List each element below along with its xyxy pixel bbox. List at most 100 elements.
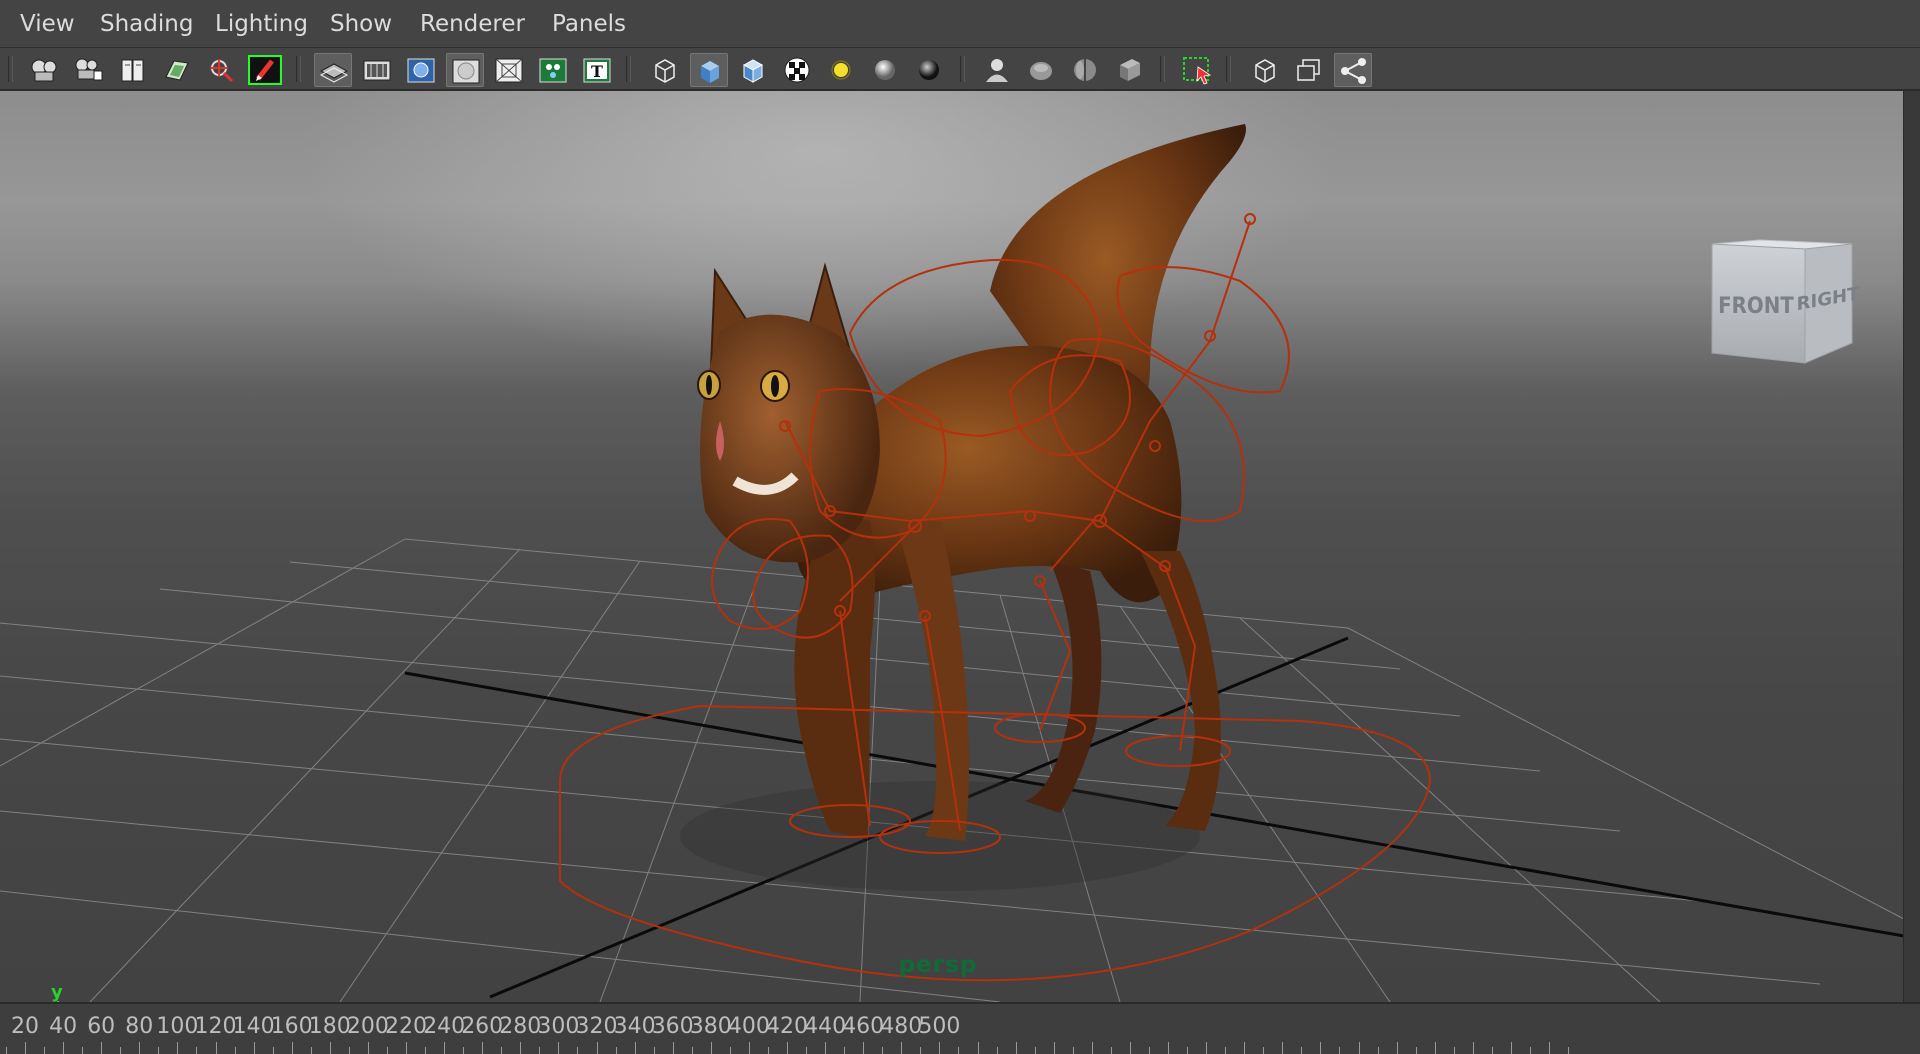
timeline-tick [1301, 1047, 1302, 1054]
image-plane-icon[interactable] [158, 53, 196, 87]
motion-blur-icon[interactable] [978, 53, 1016, 87]
timeline-tick [1225, 1047, 1226, 1054]
film-gate-icon[interactable] [358, 53, 396, 87]
timeline-tick [844, 1047, 845, 1054]
timeline-frame-label: 280 [499, 1014, 542, 1039]
isolate-select-icon[interactable] [1178, 53, 1216, 87]
timeline-tick [1511, 1042, 1512, 1054]
timeline-tick [616, 1047, 617, 1054]
time-slider[interactable]: 20 40 60 80 100 120 140 160 180 200 220 240 260 280 30… [0, 1002, 1920, 1054]
timeline-tick [1206, 1042, 1207, 1054]
grid-icon[interactable] [314, 53, 352, 87]
timeline-tick [958, 1047, 959, 1054]
timeline-tick [1149, 1047, 1150, 1054]
smooth-shade-icon[interactable] [690, 53, 728, 87]
view-cube[interactable]: FRONT RIGHT [1711, 239, 1860, 364]
timeline-frame-label: 420 [766, 1014, 808, 1039]
use-all-lights-icon[interactable] [822, 53, 860, 87]
timeline-tick [292, 1042, 293, 1054]
shadows-icon[interactable] [866, 53, 904, 87]
timeline-frame-label: 260 [461, 1014, 504, 1039]
x-ray-icon[interactable] [1110, 53, 1148, 87]
timeline-frame-label: 500 [918, 1014, 961, 1039]
cat-model[interactable] [697, 124, 1246, 841]
toolbar-separator [626, 56, 631, 82]
timeline-tick [120, 1047, 121, 1054]
timeline-frame-label: 60 [87, 1014, 116, 1039]
hypershade-graph-icon[interactable] [1334, 53, 1372, 87]
timeline-frame-label: 100 [156, 1014, 199, 1039]
menu-shading[interactable]: Shading [100, 10, 193, 38]
menu-view[interactable]: View [20, 10, 75, 38]
timeline-tick [673, 1042, 674, 1054]
timeline-frame-label: 120 [194, 1014, 237, 1039]
menu-show[interactable]: Show [330, 10, 392, 38]
timeline-frame-label: 360 [651, 1014, 694, 1039]
2d-pan-zoom-icon[interactable] [202, 53, 240, 87]
timeline-tick [1054, 1042, 1055, 1054]
viewport-scrollbar[interactable] [1903, 91, 1920, 1002]
depth-of-field-icon[interactable] [1066, 53, 1104, 87]
timeline-tick [1473, 1042, 1474, 1054]
screen-space-ao-icon[interactable] [910, 53, 948, 87]
menu-renderer[interactable]: Renderer [420, 10, 525, 38]
resolution-gate-icon[interactable] [402, 53, 440, 87]
axis-y-label: y [51, 982, 63, 1002]
timeline-tick [730, 1047, 731, 1054]
safe-title-icon[interactable]: T [578, 53, 616, 87]
field-chart-icon[interactable] [490, 53, 528, 87]
timeline-tick [1320, 1042, 1321, 1054]
anti-aliasing-icon[interactable] [1022, 53, 1060, 87]
timeline-tick [1244, 1042, 1245, 1054]
two-view-icon[interactable] [1290, 53, 1328, 87]
timeline-tick [1168, 1042, 1169, 1054]
timeline-tick [863, 1042, 864, 1054]
safe-action-icon[interactable] [534, 53, 572, 87]
timeline-tick [692, 1047, 693, 1054]
timeline-frame-label: 320 [575, 1014, 618, 1039]
timeline-tick [387, 1047, 388, 1054]
toolbar-separator [1160, 56, 1165, 82]
bookmarks-icon[interactable] [114, 53, 152, 87]
menu-panels[interactable]: Panels [552, 10, 626, 38]
grease-pencil-icon[interactable] [246, 53, 284, 87]
timeline-frame-label: 220 [385, 1014, 427, 1039]
timeline-tick [1339, 1047, 1340, 1054]
timeline-tick [63, 1042, 64, 1054]
menu-lighting[interactable]: Lighting [215, 10, 308, 38]
timeline-frame-label: 440 [804, 1014, 847, 1039]
timeline-tick [82, 1047, 83, 1054]
timeline-tick [501, 1047, 502, 1054]
wireframe-icon[interactable] [646, 53, 684, 87]
timeline-frame-label: 460 [842, 1014, 885, 1039]
timeline-tick [1416, 1047, 1417, 1054]
timeline-tick [482, 1042, 483, 1054]
timeline-tick [749, 1042, 750, 1054]
timeline-tick [25, 1042, 26, 1054]
viewport-menu-bar: View Shading Lighting Show Renderer Pane… [0, 0, 1920, 48]
gate-mask-icon[interactable] [446, 53, 484, 87]
grid-axis-line [404, 671, 1904, 938]
timeline-tick [425, 1047, 426, 1054]
timeline-tick [654, 1047, 655, 1054]
toolbar-separator [1226, 56, 1231, 82]
timeline-tick [1111, 1047, 1112, 1054]
timeline-tick [254, 1042, 255, 1054]
timeline-tick [463, 1047, 464, 1054]
timeline-frame-label: 480 [880, 1014, 923, 1039]
timeline-frame-label: 20 [11, 1014, 39, 1039]
camera-attributes-icon[interactable] [70, 53, 108, 87]
timeline-tick [101, 1042, 102, 1054]
timeline-frame-label: 400 [727, 1014, 770, 1039]
select-camera-icon[interactable] [26, 53, 64, 87]
perspective-viewport[interactable]: FRONT RIGHT y z x [0, 91, 1904, 1002]
timeline-tick [158, 1047, 159, 1054]
timeline-tick [577, 1047, 578, 1054]
timeline-tick [635, 1042, 636, 1054]
single-view-icon[interactable] [1246, 53, 1284, 87]
timeline-tick [1435, 1042, 1436, 1054]
wireframe-on-shaded-icon[interactable] [734, 53, 772, 87]
timeline-tick [273, 1047, 274, 1054]
textured-icon[interactable] [778, 53, 816, 87]
timeline-tick [882, 1047, 883, 1054]
